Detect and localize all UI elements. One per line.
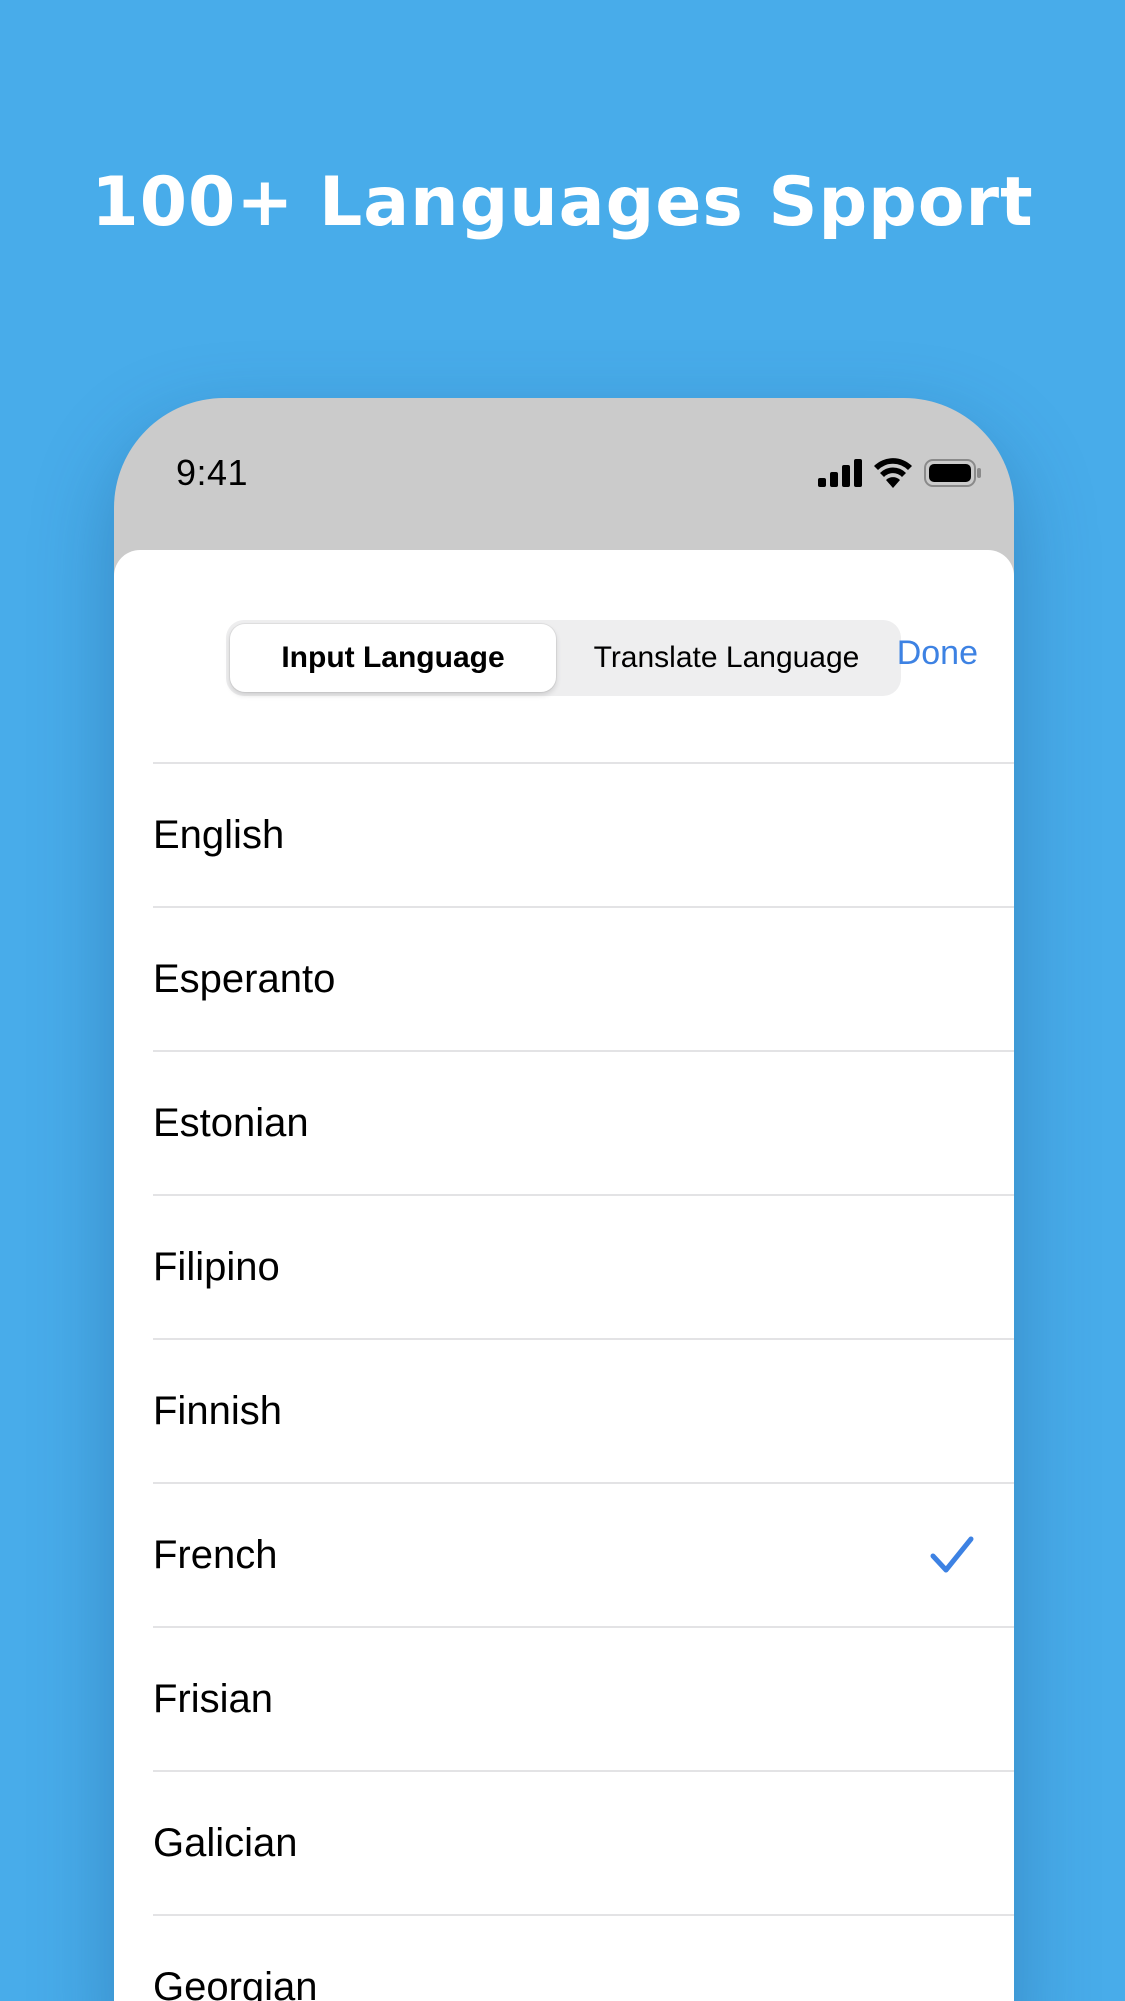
language-label: Frisian xyxy=(153,1676,274,1721)
battery-icon xyxy=(924,459,981,487)
status-icons xyxy=(818,456,982,490)
status-time: 9:41 xyxy=(176,452,249,493)
promo-screen: 100+ Languages Spport 9:41 Input Languag… xyxy=(0,0,1125,2001)
done-button[interactable]: Done xyxy=(897,634,978,673)
language-row-finnish[interactable]: Finnish xyxy=(153,1338,1014,1482)
language-row-french[interactable]: French xyxy=(153,1482,1014,1626)
language-picker-sheet: Input Language Translate Language Done E… xyxy=(114,550,1014,2001)
language-label: English xyxy=(153,812,285,857)
checkmark-icon xyxy=(930,1536,974,1573)
language-row-georgian[interactable]: Georgian xyxy=(153,1914,1014,2001)
language-label: Filipino xyxy=(153,1244,280,1289)
language-label: Finnish xyxy=(153,1388,282,1433)
language-row-estonian[interactable]: Estonian xyxy=(153,1050,1014,1194)
language-label: French xyxy=(153,1532,278,1577)
promo-headline: 100+ Languages Spport xyxy=(91,163,1034,242)
language-label: Esperanto xyxy=(153,956,336,1001)
segment-input-language[interactable]: Input Language xyxy=(230,624,556,692)
language-row-filipino[interactable]: Filipino xyxy=(153,1194,1014,1338)
language-type-segmented-control: Input Language Translate Language xyxy=(226,620,901,696)
language-label: Estonian xyxy=(153,1100,309,1145)
language-label: Georgian xyxy=(153,1964,318,2001)
language-label: Galician xyxy=(153,1820,298,1865)
language-row-galician[interactable]: Galician xyxy=(153,1770,1014,1914)
phone-frame: 9:41 Input Language Translate Language D… xyxy=(114,398,1014,2001)
language-row-frisian[interactable]: Frisian xyxy=(153,1626,1014,1770)
language-row-esperanto[interactable]: Esperanto xyxy=(153,906,1014,1050)
language-list: English Esperanto Estonian Filipino Finn… xyxy=(114,762,1014,2001)
segment-translate-language[interactable]: Translate Language xyxy=(556,624,897,692)
cellular-signal-icon xyxy=(818,459,862,487)
language-row-english[interactable]: English xyxy=(153,762,1014,906)
wifi-icon xyxy=(874,458,912,488)
